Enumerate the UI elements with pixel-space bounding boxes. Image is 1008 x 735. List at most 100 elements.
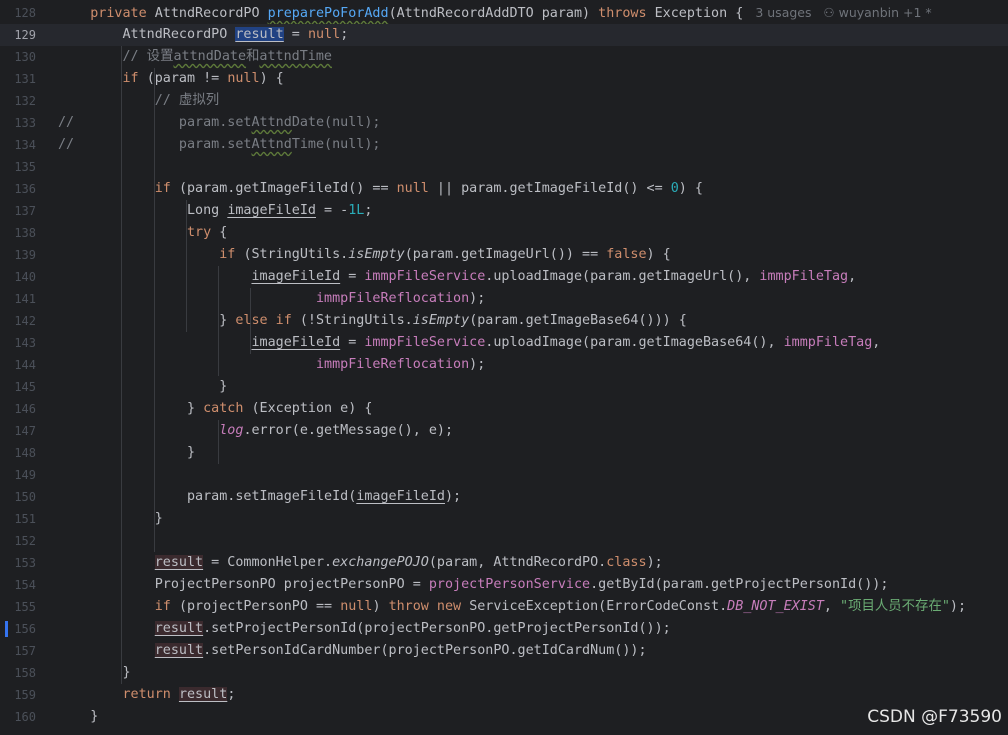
code-token: result	[154, 621, 204, 636]
code-token: ServiceException(ErrorCodeConst.	[469, 599, 728, 614]
code-token: Attnd	[251, 115, 292, 130]
code-line[interactable]: 155 if (projectPersonPO == null) throw n…	[0, 596, 1008, 618]
code-token: Long	[58, 203, 228, 218]
code-token: //	[58, 115, 75, 130]
code-token: else if	[235, 313, 300, 328]
code-token: isEmpty	[348, 247, 405, 262]
code-line[interactable]: 133 // param.setAttndDate(null);	[0, 112, 1008, 134]
code-line[interactable]: 143 imageFileId = immpFileService.upload…	[0, 332, 1008, 354]
code-text: return result;	[58, 684, 235, 706]
code-text: if (projectPersonPO == null) throw new S…	[58, 596, 966, 618]
code-line[interactable]: 131 if (param != null) {	[0, 68, 1008, 90]
code-line[interactable]: 146 } catch (Exception e) {	[0, 398, 1008, 420]
code-line[interactable]: 138 try {	[0, 222, 1008, 244]
code-line[interactable]: 149	[0, 464, 1008, 486]
code-line[interactable]: 154 ProjectPersonPO projectPersonPO = pr…	[0, 574, 1008, 596]
code-line[interactable]: 140 imageFileId = immpFileService.upload…	[0, 266, 1008, 288]
code-token: =	[283, 27, 308, 42]
code-token: null	[227, 71, 260, 86]
line-number: 150	[14, 490, 36, 504]
code-token: .getById(param.getProjectPersonId());	[590, 577, 889, 592]
code-token: Attnd	[251, 137, 292, 152]
code-text: private AttndRecordPO preparePoForAdd(At…	[58, 2, 931, 25]
code-token: }	[58, 401, 204, 416]
code-token: throws	[598, 6, 655, 21]
code-token: );	[444, 489, 462, 504]
code-line[interactable]: 150 param.setImageFileId(imageFileId);	[0, 486, 1008, 508]
code-line[interactable]: 144 immpFileReflocation);	[0, 354, 1008, 376]
code-token: }	[58, 665, 131, 680]
code-token: {	[219, 225, 228, 240]
code-line[interactable]: 136 if (param.getImageFileId() == null |…	[0, 178, 1008, 200]
code-token: Date(null);	[291, 115, 381, 130]
code-text: log.error(e.getMessage(), e);	[58, 420, 453, 442]
line-number: 128	[14, 6, 36, 20]
code-token: result	[178, 687, 228, 702]
code-text: result.setProjectPersonId(projectPersonP…	[58, 618, 671, 640]
code-line[interactable]: 141 immpFileReflocation);	[0, 288, 1008, 310]
code-text: Long imageFileId = -1L;	[58, 200, 372, 222]
code-token: if	[219, 247, 244, 262]
code-text: // 虚拟列	[58, 90, 219, 112]
code-token: immpFileTag	[759, 269, 849, 284]
line-number: 149	[14, 468, 36, 482]
code-text: imageFileId = immpFileService.uploadImag…	[58, 332, 880, 354]
code-token: if	[154, 181, 179, 196]
code-line[interactable]: 151 }	[0, 508, 1008, 530]
code-line[interactable]: 132 // 虚拟列	[0, 90, 1008, 112]
code-line[interactable]: 159 return result;	[0, 684, 1008, 706]
code-line[interactable]: 157 result.setPersonIdCardNumber(project…	[0, 640, 1008, 662]
code-line[interactable]: 145 }	[0, 376, 1008, 398]
code-text: try {	[58, 222, 227, 244]
code-token: null	[307, 27, 341, 42]
code-token: = CommonHelper.	[203, 555, 333, 570]
code-token: );	[646, 555, 663, 570]
code-line[interactable]: 142 } else if (!StringUtils.isEmpty(para…	[0, 310, 1008, 332]
code-token: exchangePOJO	[332, 555, 429, 570]
code-line[interactable]: 160 }	[0, 706, 1008, 728]
code-token: 0	[670, 181, 679, 196]
code-token: ) {	[678, 181, 703, 196]
code-token: preparePoForAdd	[267, 6, 389, 21]
code-line[interactable]: 129 AttndRecordPO result = null;	[0, 24, 1008, 46]
code-line[interactable]: 137 Long imageFileId = -1L;	[0, 200, 1008, 222]
code-line[interactable]: 147 log.error(e.getMessage(), e);	[0, 420, 1008, 442]
line-number: 139	[14, 248, 36, 262]
line-number: 151	[14, 512, 36, 526]
line-number: 132	[14, 94, 36, 108]
code-token: param.setImageFileId(	[58, 489, 357, 504]
code-line[interactable]: 152	[0, 530, 1008, 552]
code-line[interactable]: 139 if (StringUtils.isEmpty(param.getIma…	[0, 244, 1008, 266]
code-editor[interactable]: 128 private AttndRecordPO preparePoForAd…	[0, 0, 1008, 735]
code-line[interactable]: 128 private AttndRecordPO preparePoForAd…	[0, 2, 1008, 24]
code-token: (param.getImageUrl()) ==	[404, 247, 607, 262]
code-token: if	[154, 599, 179, 614]
code-line[interactable]: 148 }	[0, 442, 1008, 464]
code-line[interactable]: 158 }	[0, 662, 1008, 684]
code-line[interactable]: 153 result = CommonHelper.exchangePOJO(p…	[0, 552, 1008, 574]
code-token: imageFileId	[251, 269, 341, 284]
code-token: }	[58, 445, 196, 460]
code-token: immpFileReflocation	[315, 357, 470, 372]
code-token: = -	[316, 203, 349, 218]
code-line[interactable]: 135	[0, 156, 1008, 178]
code-line[interactable]: 130 // 设置attndDate和attndTime	[0, 46, 1008, 68]
code-line[interactable]: 156 result.setProjectPersonId(projectPer…	[0, 618, 1008, 640]
code-token: ;	[227, 687, 236, 702]
line-number: 148	[14, 446, 36, 460]
code-text: }	[58, 376, 227, 398]
vcs-change-marker[interactable]	[5, 621, 8, 637]
line-number: 147	[14, 424, 36, 438]
code-token: (param.getImageFileId() ==	[178, 181, 397, 196]
code-line[interactable]: 134 // param.setAttndTime(null);	[0, 134, 1008, 156]
line-number: 136	[14, 182, 36, 196]
code-token: .setPersonIdCardNumber(projectPersonPO.g…	[203, 643, 647, 658]
code-text: immpFileReflocation);	[58, 288, 485, 310]
code-token: ;	[340, 27, 349, 42]
